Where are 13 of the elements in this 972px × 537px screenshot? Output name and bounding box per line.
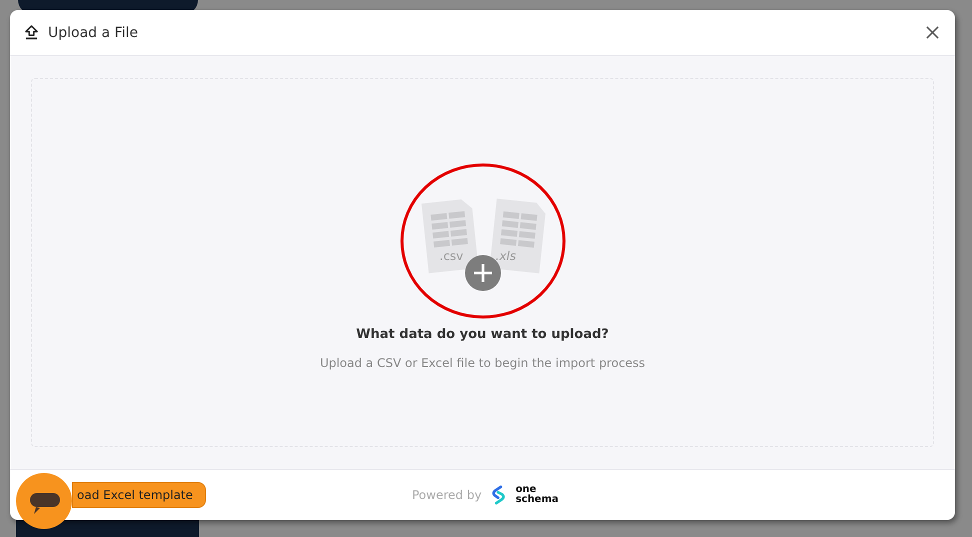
chat-button[interactable] [16,473,72,529]
close-icon[interactable] [926,26,939,39]
download-template-button[interactable]: oad Excel template [72,482,206,508]
brand-name: one schema [516,485,559,505]
brand-logo-icon [490,485,508,505]
dropzone-subtext: Upload a CSV or Excel file to begin the import process [320,356,646,370]
upload-icon [25,25,38,40]
powered-by-text: Powered by [412,488,482,502]
dropzone-heading: What data do you want to upload? [356,327,609,342]
drop-zone[interactable]: .csv .xls What data do you want to upload? Upload a CSV or Excel file to begin the import process [31,78,934,447]
dialog-title: Upload a File [48,24,139,40]
file-type-label: .csv [440,249,464,263]
file-type-label: .xls [496,249,516,263]
